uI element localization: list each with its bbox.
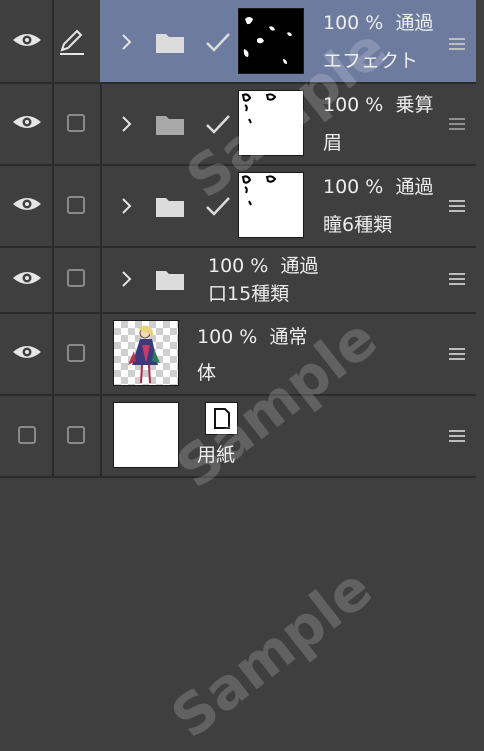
lock-checkbox[interactable] <box>67 426 85 444</box>
checkmark-icon[interactable] <box>205 31 231 53</box>
lock-checkbox[interactable] <box>67 269 85 287</box>
layer-thumbnail <box>238 172 304 238</box>
layer-row-pupils[interactable]: 100 % 通過 瞳6種類 <box>0 164 476 248</box>
eye-icon[interactable] <box>12 270 42 286</box>
layer-thumbnail <box>113 320 179 386</box>
layer-row-effect[interactable]: 100 % 通過 エフェクト <box>0 0 476 84</box>
menu-handle-icon[interactable] <box>449 429 465 443</box>
layer-properties: 100 % 通過 <box>323 176 433 198</box>
layer-name[interactable]: 口15種類 <box>208 283 289 305</box>
menu-handle-icon[interactable] <box>449 117 465 131</box>
blend-mode-label: 通過 <box>280 255 319 277</box>
eye-icon[interactable] <box>12 344 42 360</box>
layer-name[interactable]: 用紙 <box>197 444 235 466</box>
layer-row-mouth[interactable]: 100 % 通過 口15種類 <box>0 246 476 314</box>
menu-handle-icon[interactable] <box>449 37 465 51</box>
eye-icon[interactable] <box>12 196 42 212</box>
character-figure <box>128 325 160 384</box>
layer-name[interactable]: エフェクト <box>323 50 418 72</box>
paper-icon-box <box>205 402 238 435</box>
layer-row-paper[interactable]: 用紙 <box>0 394 476 478</box>
opacity-label: 100 % <box>323 94 384 116</box>
folder-icon <box>156 34 184 53</box>
lock-checkbox[interactable] <box>67 344 85 362</box>
opacity-label: 100 % <box>323 12 384 34</box>
visibility-checkbox[interactable] <box>18 426 36 444</box>
layer-properties: 100 % 通過 <box>323 12 433 34</box>
opacity-label: 100 % <box>197 326 258 348</box>
paper-icon <box>214 408 230 429</box>
pen-icon[interactable] <box>58 28 86 56</box>
layer-row-body[interactable]: 100 % 通常 体 <box>0 312 476 396</box>
blend-mode-label: 通常 <box>269 326 308 348</box>
menu-handle-icon[interactable] <box>449 347 465 361</box>
layer-thumbnail <box>238 90 304 156</box>
menu-handle-icon[interactable] <box>449 199 465 213</box>
folder-icon <box>156 116 184 135</box>
eye-icon[interactable] <box>12 114 42 130</box>
blend-mode-label: 乗算 <box>395 94 434 116</box>
menu-handle-icon[interactable] <box>449 272 465 286</box>
layer-panel: 100 % 通過 エフェクト 100 % 乗算 眉 100 % 通過 瞳6種類 … <box>0 0 484 751</box>
blend-mode-label: 通過 <box>395 176 434 198</box>
lock-checkbox[interactable] <box>67 114 85 132</box>
layer-thumbnail <box>238 8 304 74</box>
folder-icon <box>156 198 184 217</box>
layer-properties: 100 % 通過 <box>208 255 318 277</box>
layer-thumbnail <box>113 402 179 468</box>
lock-checkbox[interactable] <box>67 196 85 214</box>
chevron-right-icon[interactable] <box>118 114 134 134</box>
layer-properties: 100 % 乗算 <box>323 94 433 116</box>
chevron-right-icon[interactable] <box>118 196 134 216</box>
folder-icon <box>156 271 184 290</box>
opacity-label: 100 % <box>323 176 384 198</box>
layer-name[interactable]: 眉 <box>323 132 342 154</box>
chevron-right-icon[interactable] <box>118 32 134 52</box>
chevron-right-icon[interactable] <box>118 269 134 289</box>
watermark: Sample <box>160 556 385 751</box>
layer-name[interactable]: 瞳6種類 <box>323 214 392 236</box>
eye-icon[interactable] <box>12 32 42 48</box>
blend-mode-label: 通過 <box>395 12 434 34</box>
opacity-label: 100 % <box>208 255 269 277</box>
layer-properties: 100 % 通常 <box>197 326 307 348</box>
checkmark-icon[interactable] <box>205 195 231 217</box>
layer-row-eyebrows[interactable]: 100 % 乗算 眉 <box>0 82 476 166</box>
checkmark-icon[interactable] <box>205 113 231 135</box>
layer-name[interactable]: 体 <box>197 362 216 384</box>
